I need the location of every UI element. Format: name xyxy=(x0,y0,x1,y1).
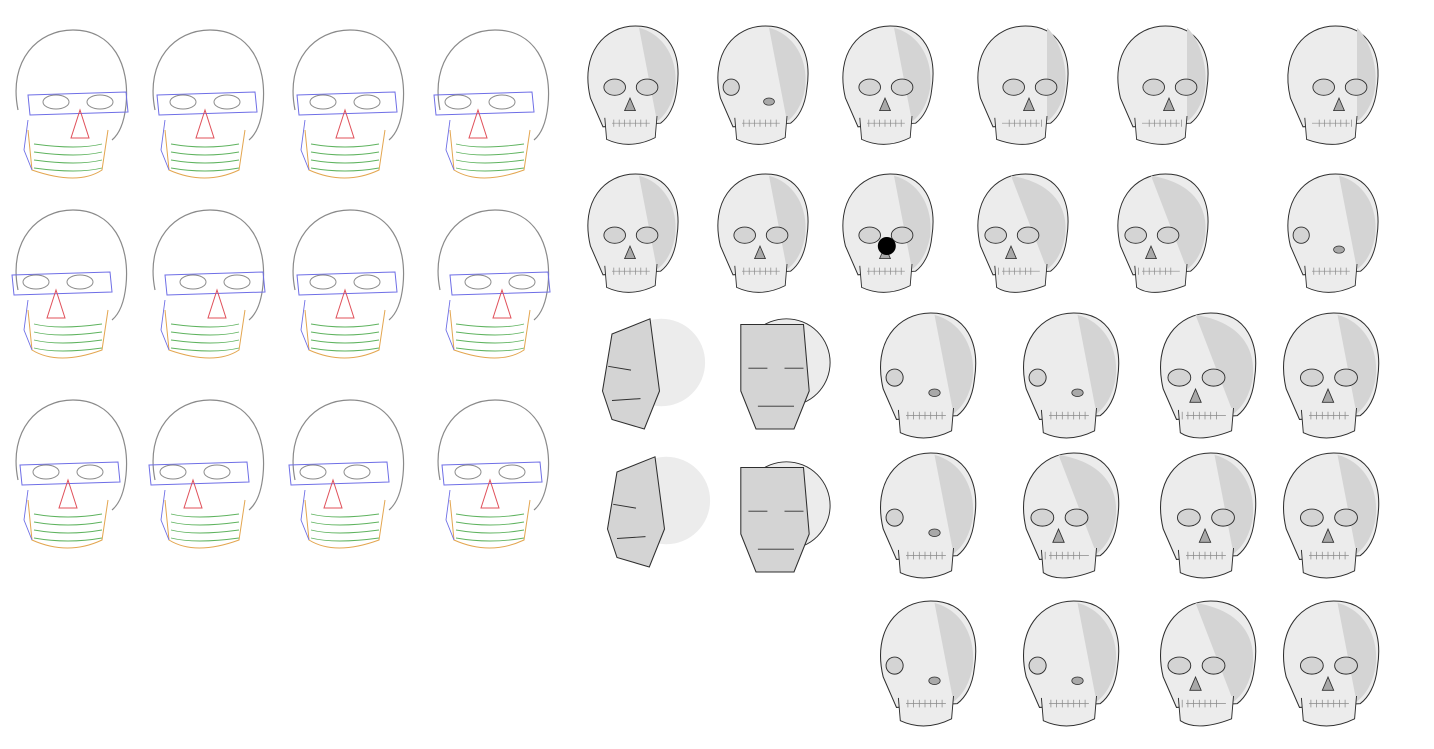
skull-study-sheet xyxy=(0,0,1434,749)
